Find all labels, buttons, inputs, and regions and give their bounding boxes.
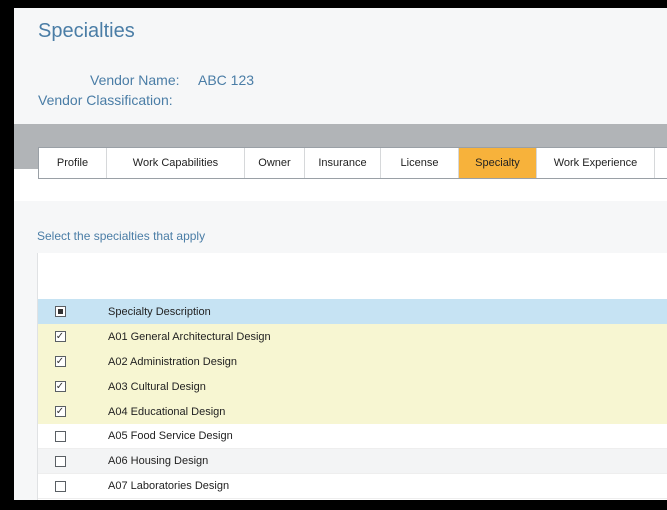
table-row[interactable]: ✓ A01 General Architectural Design: [38, 324, 667, 349]
table-row[interactable]: ✓ A04 Educational Design: [38, 399, 667, 424]
specialty-description: A05 Food Service Design: [108, 430, 233, 442]
specialty-description: A01 General Architectural Design: [108, 330, 271, 343]
specialty-panel: Specialty Description ✓ A01 General Archi…: [37, 253, 667, 500]
specialty-description: A04 Educational Design: [108, 405, 226, 418]
row-checkbox[interactable]: ✓: [54, 330, 66, 342]
vendor-classification-label: Vendor Classification:: [38, 92, 173, 108]
specialty-description: A06 Housing Design: [108, 455, 209, 467]
tab-bar: Profile Work Capabilities Owner Insuranc…: [38, 147, 667, 179]
table-row[interactable]: A06 Housing Design: [38, 449, 667, 474]
page-header: Specialties: [14, 8, 667, 59]
tab-profile[interactable]: Profile: [39, 148, 107, 178]
row-checkbox[interactable]: [54, 455, 66, 467]
specialty-table: Specialty Description ✓ A01 General Archi…: [38, 299, 667, 499]
checkmark-icon: ✓: [55, 380, 65, 392]
checkmark-icon: ✓: [55, 405, 65, 417]
instruction-text: Select the specialties that apply: [37, 229, 206, 243]
row-checkbox[interactable]: ✓: [54, 405, 66, 417]
row-checkbox[interactable]: ✓: [54, 355, 66, 367]
tab-insurance[interactable]: Insurance: [305, 148, 381, 178]
select-all-checkbox[interactable]: [54, 306, 66, 317]
specialty-description: A03 Cultural Design: [108, 380, 206, 393]
table-body: ✓ A01 General Architectural Design ✓ A02 Ad…: [38, 324, 667, 499]
table-row[interactable]: ✓ A02 Administration Design: [38, 349, 667, 374]
tab-band: Profile Work Capabilities Owner Insuranc…: [14, 124, 667, 179]
specialty-content: Select the specialties that apply Specia…: [14, 201, 667, 500]
row-checkbox[interactable]: ✓: [54, 380, 66, 392]
table-header-row: Specialty Description: [38, 299, 667, 324]
row-checkbox[interactable]: [54, 480, 66, 492]
indeterminate-icon: [57, 309, 63, 314]
column-header-specialty: Specialty Description: [108, 305, 211, 318]
vendor-info: Vendor Name: ABC 123 Vendor Classificati…: [14, 58, 667, 124]
vendor-name-label: Vendor Name:: [90, 72, 180, 88]
checkmark-icon: ✓: [55, 330, 65, 342]
tab-work-capabilities[interactable]: Work Capabilities: [107, 148, 245, 178]
tab-work-experience[interactable]: Work Experience: [537, 148, 655, 178]
table-row[interactable]: A05 Food Service Design: [38, 424, 667, 449]
tab-license[interactable]: License: [381, 148, 459, 178]
tab-owner[interactable]: Owner: [245, 148, 305, 178]
table-row[interactable]: A07 Laboratories Design: [38, 474, 667, 499]
app-frame: Specialties Vendor Name: ABC 123 Vendor …: [14, 8, 667, 500]
specialty-description: A02 Administration Design: [108, 355, 238, 368]
page-title: Specialties: [38, 20, 135, 42]
tab-specialty[interactable]: Specialty: [459, 148, 537, 178]
row-checkbox[interactable]: [54, 430, 66, 442]
table-row[interactable]: ✓ A03 Cultural Design: [38, 374, 667, 399]
specialty-description: A07 Laboratories Design: [108, 480, 230, 492]
checkmark-icon: ✓: [55, 355, 65, 367]
vendor-name-value: ABC 123: [198, 72, 255, 88]
